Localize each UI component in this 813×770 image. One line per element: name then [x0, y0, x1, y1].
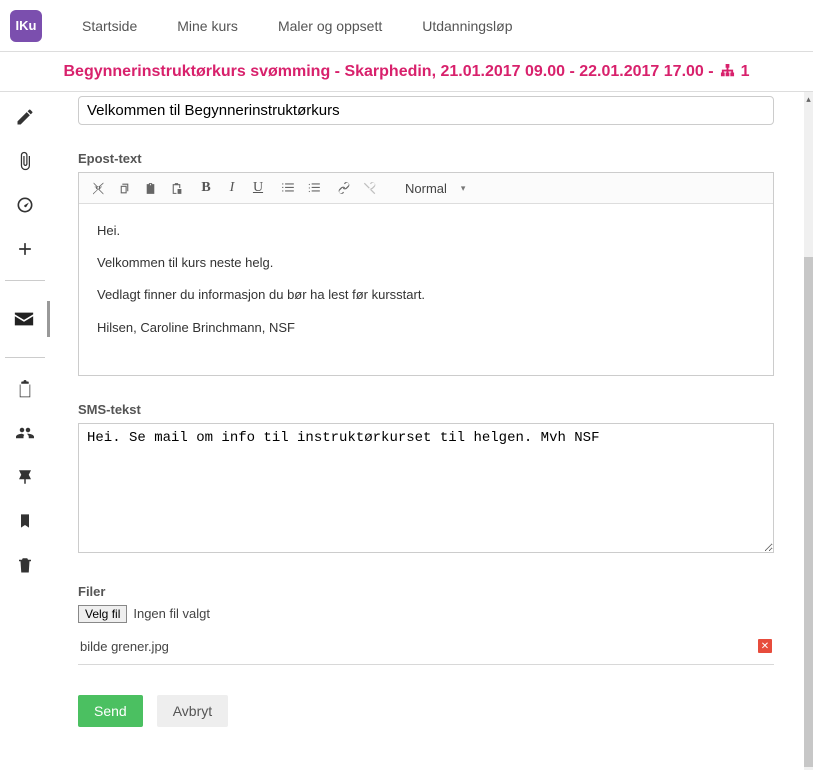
filer-label: Filer: [78, 584, 774, 599]
cancel-button[interactable]: Avbryt: [157, 695, 228, 727]
editor-toolbar: B I U Normal ▾: [79, 173, 773, 204]
form-actions: Send Avbryt: [78, 695, 774, 727]
nav-maler[interactable]: Maler og oppsett: [278, 18, 382, 34]
side-rail: [0, 92, 50, 770]
breadcrumb-text: Begynnerinstruktørkurs svømming - Skarph…: [64, 63, 714, 81]
ordered-list-icon[interactable]: [279, 179, 297, 197]
paste-icon[interactable]: [141, 179, 159, 197]
gauge-icon[interactable]: [14, 194, 36, 216]
email-body[interactable]: Hei. Velkommen til kurs neste helg. Vedl…: [79, 204, 773, 375]
email-line: Velkommen til kurs neste helg.: [97, 254, 755, 272]
envelope-icon[interactable]: [2, 301, 50, 337]
scroll-thumb[interactable]: [804, 257, 813, 767]
epost-label: Epost-text: [78, 151, 774, 166]
badge-icon[interactable]: [14, 466, 36, 488]
choose-file-button[interactable]: Velg fil: [78, 605, 127, 623]
email-line: Hei.: [97, 222, 755, 240]
file-picker-row: Velg fil Ingen fil valgt: [78, 605, 774, 623]
underline-button[interactable]: U: [249, 179, 267, 197]
scroll-up-icon[interactable]: ▴: [804, 92, 813, 106]
clipboard-icon[interactable]: [14, 378, 36, 400]
link-icon[interactable]: [335, 179, 353, 197]
attached-file-name: bilde grener.jpg: [80, 639, 169, 654]
sms-label: SMS-tekst: [78, 402, 774, 417]
scrollbar[interactable]: ▴: [804, 92, 813, 770]
nav-utdanningslop[interactable]: Utdanningsløp: [422, 18, 512, 34]
unordered-list-icon[interactable]: [305, 179, 323, 197]
format-label: Normal: [405, 181, 447, 196]
nav-mine-kurs[interactable]: Mine kurs: [177, 18, 238, 34]
nav-startside[interactable]: Startside: [82, 18, 137, 34]
cut-icon[interactable]: [89, 179, 107, 197]
email-editor: B I U Normal ▾: [78, 172, 774, 376]
remove-file-icon[interactable]: ✕: [758, 639, 772, 653]
trash-icon[interactable]: [14, 554, 36, 576]
top-nav: Startside Mine kurs Maler og oppsett Utd…: [82, 18, 513, 34]
attached-file-row: bilde grener.jpg ✕: [78, 633, 774, 665]
paste-plain-icon[interactable]: [167, 179, 185, 197]
bold-button[interactable]: B: [197, 179, 215, 197]
italic-button[interactable]: I: [223, 179, 241, 197]
chevron-down-icon: ▾: [461, 183, 466, 194]
top-bar: IKu Startside Mine kurs Maler og oppsett…: [0, 0, 813, 52]
app-logo[interactable]: IKu: [10, 10, 42, 42]
subject-input[interactable]: [78, 96, 774, 125]
sitemap-icon: [720, 64, 735, 79]
bookmark-icon[interactable]: [14, 510, 36, 532]
plus-icon[interactable]: [14, 238, 36, 260]
copy-icon[interactable]: [115, 179, 133, 197]
email-line: Hilsen, Caroline Brinchmann, NSF: [97, 319, 755, 337]
breadcrumb-count: 1: [741, 63, 750, 81]
breadcrumb[interactable]: Begynnerinstruktørkurs svømming - Skarph…: [0, 52, 813, 92]
pencil-icon[interactable]: [14, 106, 36, 128]
send-button[interactable]: Send: [78, 695, 143, 727]
email-line: Vedlagt finner du informasjon du bør ha …: [97, 286, 755, 304]
main-content: Epost-text B I U: [50, 92, 804, 770]
sms-textarea[interactable]: [78, 423, 774, 553]
format-dropdown[interactable]: Normal ▾: [405, 181, 465, 196]
paperclip-icon[interactable]: [14, 150, 36, 172]
users-icon[interactable]: [14, 422, 36, 444]
file-status: Ingen fil valgt: [133, 606, 210, 621]
unlink-icon[interactable]: [361, 179, 379, 197]
